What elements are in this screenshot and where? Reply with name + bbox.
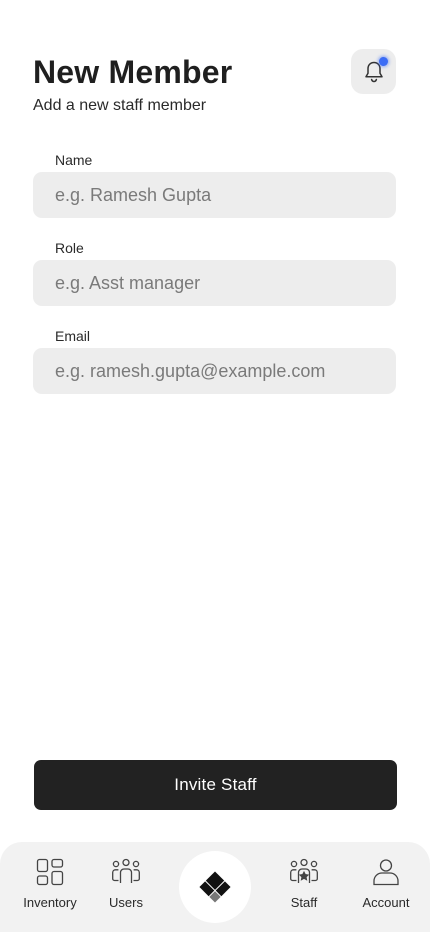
- logo-icon: [195, 867, 235, 907]
- name-field[interactable]: [33, 172, 396, 218]
- page-title: New Member: [33, 54, 233, 90]
- nav-item-staff[interactable]: Staff: [264, 842, 344, 932]
- page-subtitle: Add a new staff member: [33, 97, 207, 114]
- home-logo-button[interactable]: [179, 851, 251, 923]
- staff-icon: [289, 857, 319, 887]
- nav-label-staff: Staff: [290, 895, 318, 910]
- nav-label-inventory: Inventory: [23, 895, 77, 910]
- role-field[interactable]: [33, 260, 396, 306]
- notification-dot: [379, 57, 388, 66]
- nav-item-users[interactable]: Users: [86, 842, 166, 932]
- notifications-button[interactable]: [351, 49, 396, 94]
- nav-item-inventory[interactable]: Inventory: [10, 842, 90, 932]
- role-label: Role: [55, 240, 84, 256]
- grid-icon: [35, 857, 65, 887]
- name-label: Name: [55, 152, 93, 168]
- nav-label-account: Account: [362, 895, 410, 910]
- person-icon: [371, 857, 401, 887]
- invite-staff-button[interactable]: Invite Staff: [34, 760, 397, 810]
- nav-item-account[interactable]: Account: [346, 842, 426, 932]
- nav-label-users: Users: [109, 895, 143, 910]
- users-icon: [111, 857, 141, 887]
- email-field[interactable]: [33, 348, 396, 394]
- email-label: Email: [55, 328, 91, 344]
